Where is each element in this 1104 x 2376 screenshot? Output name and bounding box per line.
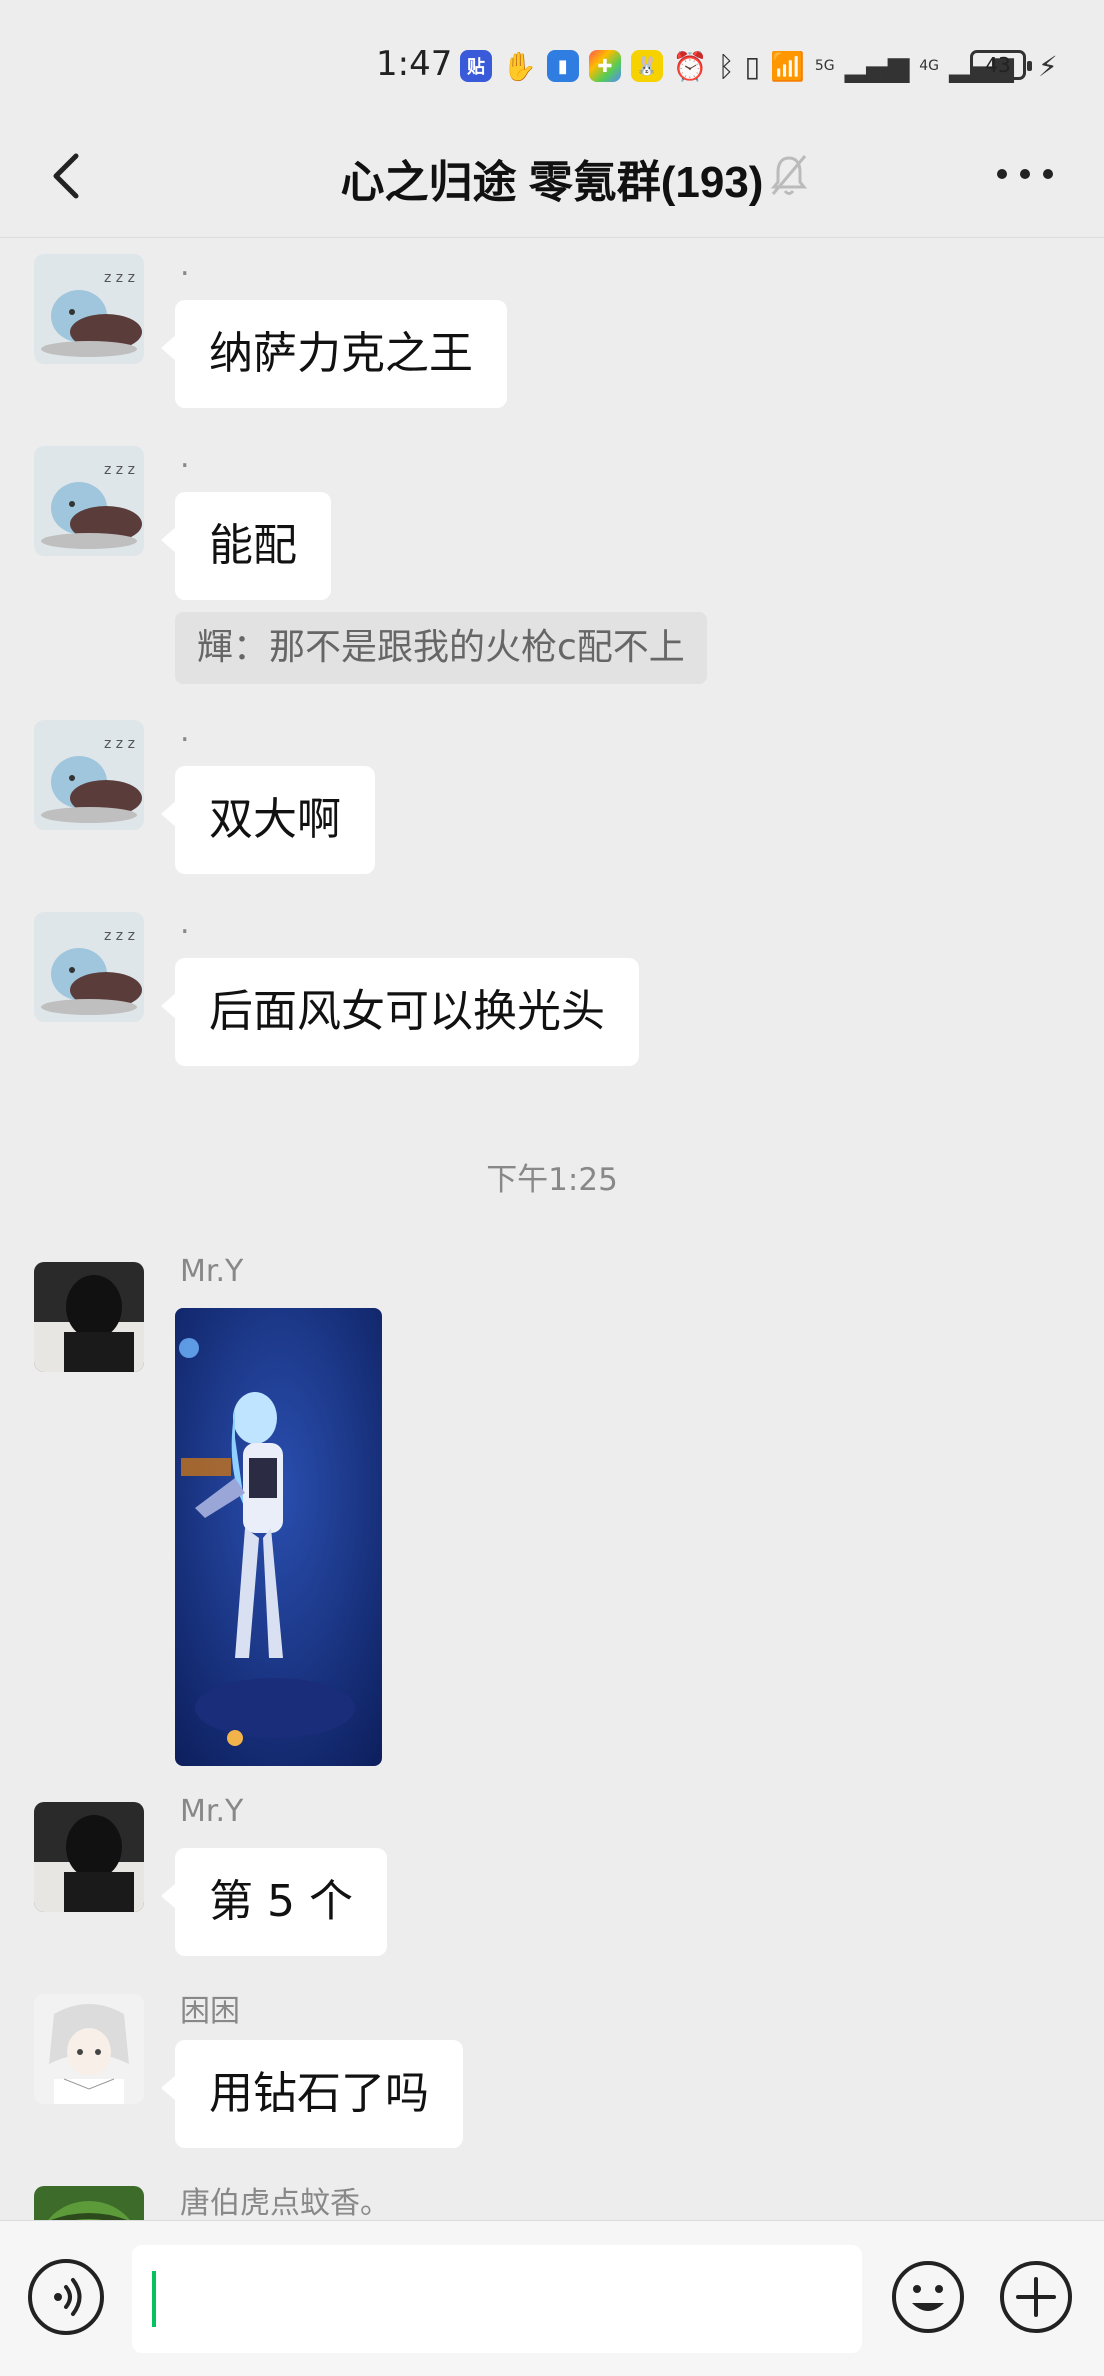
sender-name: . xyxy=(180,248,190,283)
voice-icon[interactable] xyxy=(28,2259,104,2335)
wifi-icon: 📶 xyxy=(769,49,805,83)
message-item: z z z . 双大啊 xyxy=(0,714,1104,880)
time-separator: 下午1:25 xyxy=(486,1162,618,1198)
message-item: z z z . 能配 輝：那不是跟我的火枪c配不上 xyxy=(0,440,1104,686)
sender-avatar[interactable] xyxy=(34,1802,144,1912)
svg-text:z z z: z z z xyxy=(104,462,135,478)
sender-avatar[interactable] xyxy=(34,1994,144,2104)
emoji-icon[interactable] xyxy=(890,2259,966,2335)
network-4g-label: 4G xyxy=(919,58,939,74)
quoted-reply[interactable]: 輝：那不是跟我的火枪c配不上 xyxy=(175,612,707,684)
chat-title: 心之归途 零氪群(193) xyxy=(340,158,764,207)
plus-icon[interactable] xyxy=(998,2259,1074,2335)
sender-name: . xyxy=(180,714,190,749)
sender-name: 困困 xyxy=(180,1994,240,2029)
colorful-app-icon: ✚ xyxy=(588,50,621,82)
more-options-icon[interactable] xyxy=(990,154,1060,194)
signal-5g-icon: ▂▄▆ xyxy=(844,49,910,83)
message-item: Mr.Y xyxy=(0,1254,1104,1782)
sender-avatar[interactable]: z z z xyxy=(34,912,144,1022)
hand-app-icon: ✋ xyxy=(502,49,537,83)
phone-app-icon: ▮ xyxy=(546,50,579,82)
sender-name: . xyxy=(180,440,190,475)
sender-name: 唐伯虎点蚊香。 xyxy=(180,2186,390,2220)
sender-avatar[interactable]: z z z xyxy=(34,446,144,556)
status-bar: 1:47 贴 ✋ ▮ ✚ 🐰 ⏰ ᛒ ▯ 📶 5G ▂▄▆ 4G ▂▄▆ 43 … xyxy=(0,0,1104,120)
mute-bell-icon xyxy=(770,155,808,195)
charging-icon: ⚡ xyxy=(1038,50,1058,83)
message-item: 困困 用钻石了吗 xyxy=(0,1994,1104,2154)
message-item: 唐伯虎点蚊香。 xyxy=(0,2186,1104,2220)
sender-avatar[interactable] xyxy=(34,1262,144,1372)
sender-name: Mr.Y xyxy=(180,1794,244,1829)
battery-icon: 43 xyxy=(970,50,1032,80)
message-item: z z z . 后面风女可以换光头 xyxy=(0,906,1104,1072)
message-item: Mr.Y 第 5 个 xyxy=(0,1794,1104,1962)
text-caret xyxy=(152,2271,156,2327)
sender-name: Mr.Y xyxy=(180,1254,244,1289)
message-input[interactable] xyxy=(132,2245,862,2353)
sender-avatar[interactable]: z z z xyxy=(34,720,144,830)
svg-text:z z z: z z z xyxy=(104,928,135,944)
svg-text:z z z: z z z xyxy=(104,736,135,752)
status-icons: 贴 ✋ ▮ ✚ 🐰 ⏰ ᛒ ▯ 📶 5G ▂▄▆ 4G ▂▄▆ xyxy=(460,48,1014,84)
message-bubble[interactable]: 后面风女可以换光头 xyxy=(161,958,639,1066)
message-item: z z z . 纳萨力克之王 xyxy=(0,248,1104,414)
svg-text:z z z: z z z xyxy=(104,270,135,286)
message-list[interactable]: z z z . 纳萨力克之王 z z z . 能配 輝：那不是跟我的火枪c配不上… xyxy=(0,238,1104,2220)
input-bar xyxy=(0,2220,1104,2376)
tieba-app-icon: 贴 xyxy=(460,50,492,82)
message-bubble[interactable]: 能配 xyxy=(161,492,331,600)
image-message[interactable] xyxy=(175,1308,382,1766)
alarm-icon: ⏰ xyxy=(672,49,708,83)
message-bubble[interactable]: 纳萨力克之王 xyxy=(161,300,507,408)
bluetooth-icon: ᛒ xyxy=(717,49,735,83)
network-5g-label: 5G xyxy=(814,58,835,74)
chat-header: 心之归途 零氪群(193) xyxy=(0,120,1104,238)
sender-avatar[interactable]: z z z xyxy=(34,254,144,364)
message-bubble[interactable]: 双大啊 xyxy=(161,766,375,874)
message-bubble[interactable]: 用钻石了吗 xyxy=(161,2040,463,2148)
message-bubble[interactable]: 第 5 个 xyxy=(161,1848,387,1956)
sender-name: . xyxy=(180,906,190,941)
vibrate-icon: ▯ xyxy=(744,49,760,83)
sender-avatar[interactable] xyxy=(34,2186,144,2220)
status-time: 1:47 xyxy=(376,44,453,84)
rabbit-app-icon: 🐰 xyxy=(630,50,663,82)
